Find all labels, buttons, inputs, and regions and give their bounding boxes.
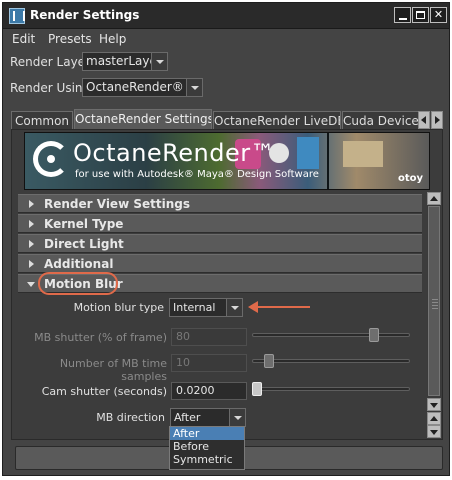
octanerender-banner: OctaneRender™ for use with Autodesk® May… — [24, 132, 430, 190]
section-direct-light[interactable]: Direct Light — [18, 234, 422, 253]
section-kernel-type[interactable]: Kernel Type — [18, 214, 422, 233]
minimize-icon — [399, 18, 407, 20]
close-icon: ✕ — [433, 8, 444, 21]
tab-scroll-left-icon[interactable] — [418, 111, 430, 129]
maya-app-icon — [9, 8, 25, 24]
banner-render-shape — [343, 141, 383, 167]
render-layer-label: Render Layer — [10, 55, 90, 69]
scroll-down-icon[interactable] — [427, 398, 441, 411]
grip-line — [432, 305, 438, 306]
grip-line — [432, 302, 438, 303]
chevron-down-icon — [151, 53, 167, 70]
mb-time-samples-field[interactable]: 10 — [171, 354, 247, 372]
tab-octanerender-livedb[interactable]: OctaneRender LiveDB — [213, 111, 341, 130]
section-label: Render View Settings — [44, 197, 190, 211]
cam-shutter-slider-track[interactable] — [252, 387, 410, 391]
octane-logo-icon — [33, 141, 69, 177]
expand-arrow-icon — [29, 240, 34, 248]
highlight-ring — [38, 272, 118, 295]
menu-help[interactable]: Help — [99, 32, 126, 46]
title-bar: Render Settings ✕ — [3, 3, 449, 29]
expand-arrow-icon — [29, 260, 34, 268]
mb-direction-option-before[interactable]: Before — [170, 440, 244, 453]
maximize-icon — [416, 11, 425, 19]
mb-direction-options-list: After Before Symmetric — [169, 426, 245, 470]
mb-direction-value: After — [174, 411, 201, 424]
mb-direction-dropdown[interactable]: After — [170, 408, 246, 427]
mb-shutter-field[interactable]: 80 — [171, 328, 247, 346]
vertical-scrollbar[interactable] — [427, 192, 441, 438]
banner-subtitle: for use with Autodesk® Maya® Design Soft… — [75, 169, 319, 180]
annotation-arrow-line — [256, 306, 310, 308]
expand-arrow-icon — [29, 200, 34, 208]
menu-presets[interactable]: Presets — [48, 32, 92, 46]
chevron-down-icon — [186, 79, 202, 96]
otoy-logo: otoy — [397, 173, 423, 184]
tab-bar: Common OctaneRender Settings OctaneRende… — [11, 109, 443, 130]
section-additional[interactable]: Additional — [18, 254, 422, 273]
section-label: Kernel Type — [44, 217, 124, 231]
motion-blur-type-label: Motion blur type — [73, 301, 164, 314]
banner-render-shape — [297, 137, 319, 169]
tab-cuda-devices[interactable]: Cuda Devices — [342, 111, 420, 130]
scroll-down-icon[interactable] — [427, 425, 441, 438]
tab-scroll-right-icon[interactable] — [431, 111, 443, 129]
menu-edit[interactable]: Edit — [12, 32, 35, 46]
render-using-label: Render Using — [10, 81, 91, 95]
mb-time-samples-slider-track[interactable] — [252, 359, 410, 363]
mb-shutter-slider-track[interactable] — [252, 333, 410, 337]
mb-direction-option-after[interactable]: After — [170, 427, 244, 440]
render-settings-window: Render Settings ✕ Edit Presets Help Rend… — [2, 2, 450, 476]
banner-divider — [327, 133, 329, 189]
mb-direction-option-symmetric[interactable]: Symmetric — [170, 453, 244, 466]
render-using-value: OctaneRender® — [86, 80, 184, 94]
render-layer-dropdown[interactable]: masterLayer — [82, 52, 168, 71]
annotation-arrow-head-icon — [248, 301, 258, 313]
settings-panel: OctaneRender™ for use with Autodesk® May… — [11, 129, 443, 440]
section-render-view-settings[interactable]: Render View Settings — [18, 194, 422, 213]
scroll-up-icon[interactable] — [427, 412, 441, 425]
cam-shutter-field[interactable]: 0.0200 — [171, 382, 247, 400]
chevron-down-icon — [226, 299, 242, 316]
mb-shutter-label: MB shutter (% of frame) — [34, 331, 167, 344]
maximize-button[interactable] — [412, 7, 429, 23]
mb-direction-label: MB direction — [96, 411, 165, 424]
scroll-up-icon[interactable] — [427, 192, 441, 205]
tab-common[interactable]: Common — [11, 111, 73, 130]
section-motion-blur[interactable]: Motion Blur — [18, 272, 422, 295]
section-label: Additional — [44, 257, 114, 271]
mb-shutter-slider-handle[interactable] — [369, 328, 379, 342]
cam-shutter-slider-handle[interactable] — [252, 382, 262, 396]
collapse-arrow-icon — [27, 282, 35, 287]
chevron-down-icon — [229, 409, 245, 426]
render-using-dropdown[interactable]: OctaneRender® — [82, 78, 203, 97]
expand-arrow-icon — [29, 220, 34, 228]
close-button[interactable]: ✕ — [430, 7, 447, 23]
mb-time-samples-slider-handle[interactable] — [264, 354, 274, 368]
banner-title: OctaneRender™ — [73, 139, 276, 167]
minimize-button[interactable] — [394, 7, 411, 23]
motion-blur-type-value: Internal — [173, 301, 216, 314]
window-title: Render Settings — [30, 8, 140, 22]
grip-line — [432, 299, 438, 300]
tab-octanerender-settings[interactable]: OctaneRender Settings — [74, 109, 212, 130]
menu-bar: Edit Presets Help — [3, 29, 449, 49]
scrollbar-thumb[interactable] — [428, 206, 440, 396]
motion-blur-type-dropdown[interactable]: Internal — [169, 298, 243, 317]
mb-time-samples-label: Number of MB time samples — [59, 357, 167, 383]
cam-shutter-label: Cam shutter (seconds) — [41, 385, 167, 398]
grip-line — [432, 308, 438, 309]
section-label: Direct Light — [44, 237, 124, 251]
